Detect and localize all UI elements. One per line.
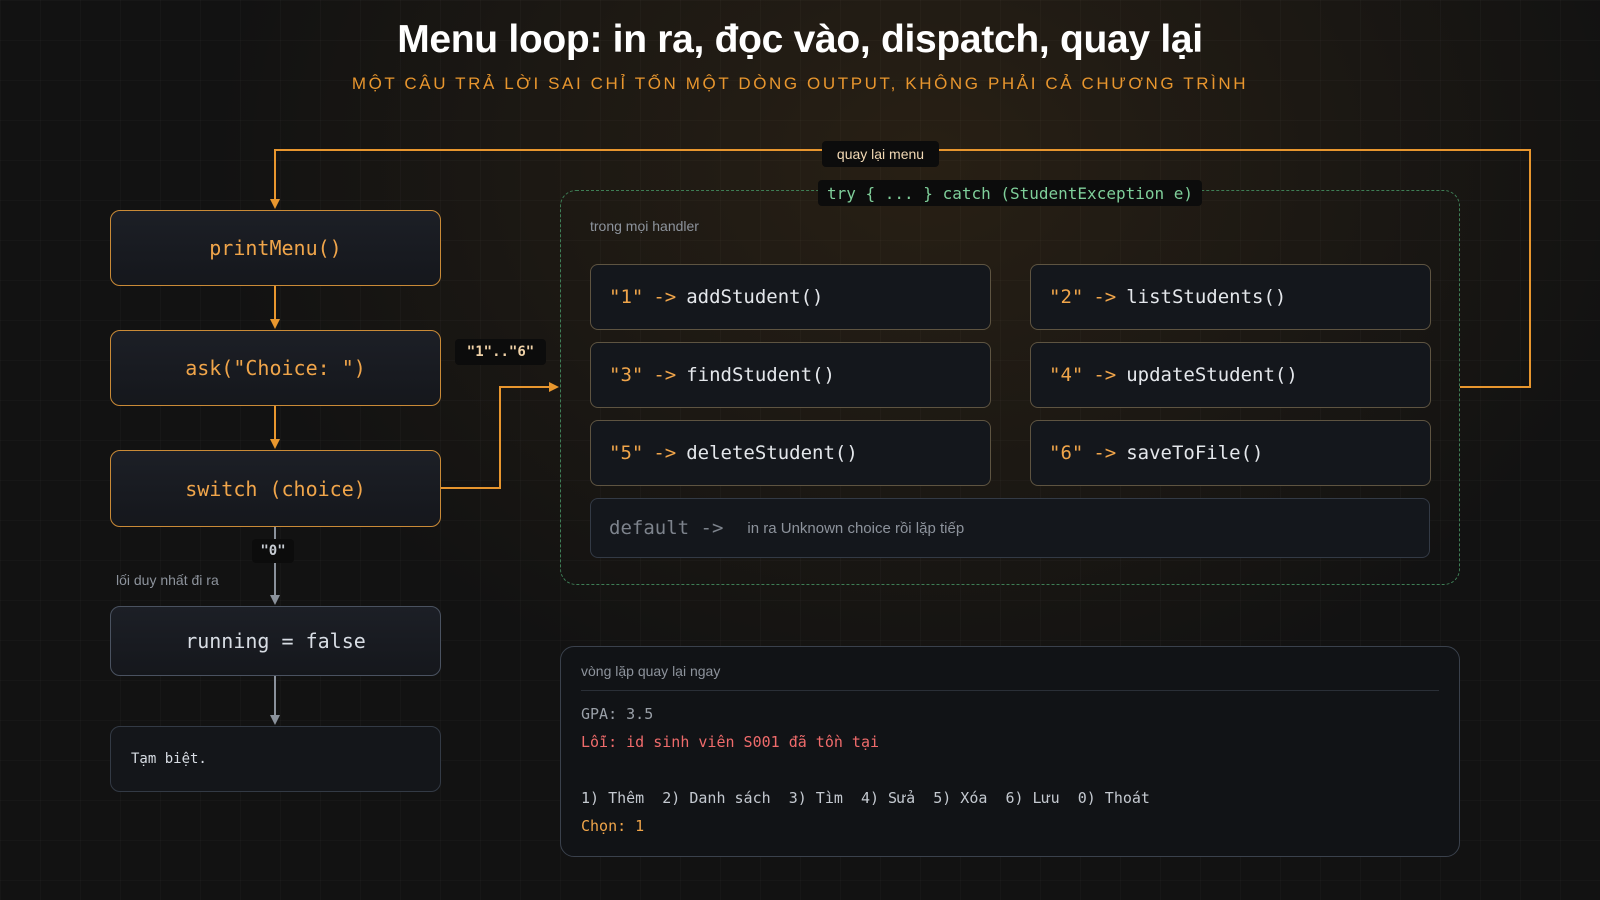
case-handler: saveToFile(): [1126, 442, 1264, 464]
case-4: "4" -> updateStudent(): [1030, 342, 1431, 408]
case-key: "1": [609, 286, 644, 308]
case-arrow: ->: [1093, 442, 1117, 464]
case-3: "3" -> findStudent(): [590, 342, 991, 408]
case-key: "6": [1049, 442, 1084, 464]
case-arrow: ->: [653, 364, 677, 386]
handler-note: trong mọi handler: [590, 218, 699, 234]
default-description: in ra Unknown choice rồi lặp tiếp: [747, 519, 965, 537]
ask-choice-node: ask("Choice: "): [110, 330, 441, 406]
case-arrow: ->: [1093, 364, 1117, 386]
console-line-gpa: GPA: 3.5: [581, 705, 654, 723]
case-arrow: ->: [653, 286, 677, 308]
case-arrow: ->: [1093, 286, 1117, 308]
case-arrow: ->: [653, 442, 677, 464]
console-line-menu: 1) Thêm 2) Danh sách 3) Tìm 4) Sửa 5) Xó…: [581, 789, 1150, 807]
case-key: "5": [609, 442, 644, 464]
case-handler: listStudents(): [1126, 286, 1287, 308]
loop-back-label: quay lại menu: [822, 141, 939, 167]
console-line-error: Lỗi: id sinh viên S001 đã tồn tại: [581, 733, 880, 751]
print-menu-node: printMenu(): [110, 210, 441, 286]
case-handler: deleteStudent(): [686, 442, 858, 464]
case-handler: addStudent(): [686, 286, 824, 308]
console-title: vòng lặp quay lại ngay: [581, 663, 721, 679]
try-catch-label: try { ... } catch (StudentException e): [818, 180, 1202, 206]
exit-note: lối duy nhất đi ra: [116, 572, 219, 588]
case-5: "5" -> deleteStudent(): [590, 420, 991, 486]
case-key: "3": [609, 364, 644, 386]
console-divider: [581, 690, 1439, 691]
case-handler: updateStudent(): [1126, 364, 1298, 386]
case-6: "6" -> saveToFile(): [1030, 420, 1431, 486]
console-output-panel: vòng lặp quay lại ngay GPA: 3.5 Lỗi: id …: [560, 646, 1460, 857]
case-2: "2" -> listStudents(): [1030, 264, 1431, 330]
running-false-node: running = false: [110, 606, 441, 676]
case-key: "2": [1049, 286, 1084, 308]
default-key: default ->: [609, 517, 724, 539]
case-handler: findStudent(): [686, 364, 835, 386]
arrow-switch-to-handlers: [441, 382, 559, 489]
case-key: "4": [1049, 364, 1084, 386]
switch-choice-node: switch (choice): [110, 450, 441, 527]
goodbye-output: Tạm biệt.: [110, 726, 441, 792]
zero-edge-label: "0": [252, 539, 294, 563]
case-default: default -> in ra Unknown choice rồi lặp …: [590, 498, 1430, 558]
range-edge-label: "1".."6": [455, 339, 546, 365]
case-1: "1" -> addStudent(): [590, 264, 991, 330]
console-line-prompt: Chọn: 1: [581, 817, 645, 835]
